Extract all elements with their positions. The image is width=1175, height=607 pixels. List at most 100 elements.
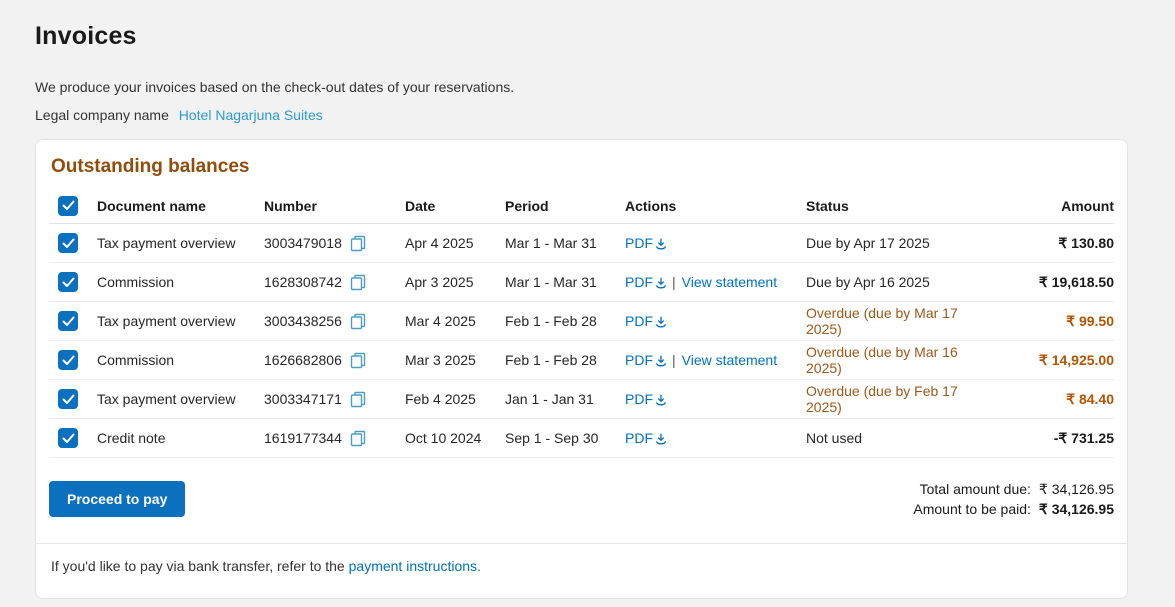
amount: ₹ 14,925.00 <box>984 352 1114 369</box>
status-text: Overdue (due by Mar 16 2025) <box>806 344 984 376</box>
invoice-number: 3003347171 <box>264 391 342 407</box>
legal-company-label: Legal company name <box>35 107 169 123</box>
pdf-download-link[interactable]: PDF <box>625 352 668 368</box>
card-heading: Outstanding balances <box>49 156 1114 178</box>
copy-icon[interactable] <box>350 391 367 408</box>
proceed-to-pay-button[interactable]: Proceed to pay <box>49 481 185 517</box>
check-icon <box>62 277 75 288</box>
row-checkbox[interactable] <box>58 311 78 331</box>
invoice-period: Sep 1 - Sep 30 <box>505 430 625 446</box>
check-icon <box>62 355 75 366</box>
invoice-number: 3003438256 <box>264 313 342 329</box>
status-text: Overdue (due by Feb 17 2025) <box>806 383 984 415</box>
row-checkbox[interactable] <box>58 428 78 448</box>
invoice-date: Apr 4 2025 <box>405 235 505 251</box>
payment-instructions-link[interactable]: payment instructions. <box>349 558 481 574</box>
pdf-download-link[interactable]: PDF <box>625 313 668 329</box>
invoice-period: Jan 1 - Jan 31 <box>505 391 625 407</box>
invoice-date: Feb 4 2025 <box>405 391 505 407</box>
table-header-row: Document name Number Date Period Actions… <box>49 188 1114 224</box>
col-number: Number <box>264 198 405 214</box>
table-row: Commission 1628308742 Apr 3 2025 Mar 1 -… <box>49 263 1114 302</box>
total-amount-due-label: Total amount due: <box>920 481 1031 497</box>
copy-icon[interactable] <box>350 430 367 447</box>
total-amount-due-value: ₹ 34,126.95 <box>1039 481 1114 497</box>
check-icon <box>62 238 75 249</box>
status-text: Not used <box>806 430 984 446</box>
table-row: Tax payment overview 3003347171 Feb 4 20… <box>49 380 1114 419</box>
document-name: Commission <box>97 352 264 368</box>
document-name: Credit note <box>97 430 264 446</box>
invoice-date: Oct 10 2024 <box>405 430 505 446</box>
actions-separator: | <box>672 274 676 290</box>
invoice-period: Mar 1 - Mar 31 <box>505 274 625 290</box>
pdf-download-link[interactable]: PDF <box>625 391 668 407</box>
amount: -₹ 731.25 <box>984 430 1114 447</box>
invoice-number: 1619177344 <box>264 430 342 446</box>
document-name: Tax payment overview <box>97 391 264 407</box>
bank-transfer-text: If you'd like to pay via bank transfer, … <box>51 558 345 574</box>
view-statement-link[interactable]: View statement <box>682 274 777 290</box>
row-checkbox[interactable] <box>58 350 78 370</box>
invoice-period: Mar 1 - Mar 31 <box>505 235 625 251</box>
pdf-download-link[interactable]: PDF <box>625 235 668 251</box>
status-text: Due by Apr 16 2025 <box>806 274 984 290</box>
col-document-name: Document name <box>97 198 264 214</box>
col-date: Date <box>405 198 505 214</box>
invoice-number: 3003479018 <box>264 235 342 251</box>
document-name: Tax payment overview <box>97 235 264 251</box>
amount: ₹ 19,618.50 <box>984 274 1114 291</box>
copy-icon[interactable] <box>350 352 367 369</box>
legal-company-line: Legal company name Hotel Nagarjuna Suite… <box>35 107 1140 123</box>
payment-action-row: Proceed to pay Total amount due: ₹ 34,126… <box>49 479 1114 519</box>
col-amount: Amount <box>984 198 1114 214</box>
pdf-download-link[interactable]: PDF <box>625 274 668 290</box>
amount-to-be-paid-value: ₹ 34,126.95 <box>1039 501 1114 517</box>
invoice-date: Mar 3 2025 <box>405 352 505 368</box>
download-icon <box>654 432 668 446</box>
row-checkbox[interactable] <box>58 389 78 409</box>
copy-icon[interactable] <box>350 313 367 330</box>
table-row: Commission 1626682806 Mar 3 2025 Feb 1 -… <box>49 341 1114 380</box>
invoices-table: Document name Number Date Period Actions… <box>49 188 1114 458</box>
col-actions: Actions <box>625 198 806 214</box>
view-statement-link[interactable]: View statement <box>682 352 777 368</box>
row-checkbox[interactable] <box>58 272 78 292</box>
select-all-checkbox[interactable] <box>58 196 78 216</box>
row-checkbox[interactable] <box>58 233 78 253</box>
check-icon <box>62 316 75 327</box>
download-icon <box>654 393 668 407</box>
download-icon <box>654 354 668 368</box>
pdf-download-link[interactable]: PDF <box>625 430 668 446</box>
table-row: Tax payment overview 3003438256 Mar 4 20… <box>49 302 1114 341</box>
check-icon <box>62 394 75 405</box>
actions-separator: | <box>672 352 676 368</box>
invoice-date: Apr 3 2025 <box>405 274 505 290</box>
download-icon <box>654 276 668 290</box>
total-amount-due-line: Total amount due: ₹ 34,126.95 <box>913 479 1114 499</box>
invoices-page: Invoices We produce your invoices based … <box>0 0 1175 607</box>
col-period: Period <box>505 198 625 214</box>
invoice-number: 1626682806 <box>264 352 342 368</box>
status-text: Overdue (due by Mar 17 2025) <box>806 305 984 337</box>
status-text: Due by Apr 17 2025 <box>806 235 984 251</box>
outstanding-balances-card: Outstanding balances Document name Numbe… <box>35 139 1128 599</box>
col-status: Status <box>806 198 984 214</box>
page-title: Invoices <box>35 22 1140 51</box>
amount: ₹ 99.50 <box>984 313 1114 330</box>
bank-transfer-note: If you'd like to pay via bank transfer, … <box>49 544 1114 590</box>
check-icon <box>62 200 75 211</box>
document-name: Commission <box>97 274 264 290</box>
invoice-period: Feb 1 - Feb 28 <box>505 352 625 368</box>
download-icon <box>654 237 668 251</box>
table-row: Tax payment overview 3003479018 Apr 4 20… <box>49 224 1114 263</box>
amount: ₹ 84.40 <box>984 391 1114 408</box>
copy-icon[interactable] <box>350 274 367 291</box>
select-all-cell <box>49 196 97 216</box>
amount-to-be-paid-line: Amount to be paid: ₹ 34,126.95 <box>913 499 1114 519</box>
legal-company-link[interactable]: Hotel Nagarjuna Suites <box>179 107 323 123</box>
copy-icon[interactable] <box>350 235 367 252</box>
intro-text: We produce your invoices based on the ch… <box>35 79 1140 95</box>
amount-to-be-paid-label: Amount to be paid: <box>913 501 1031 517</box>
table-row: Credit note 1619177344 Oct 10 2024 Sep 1… <box>49 419 1114 458</box>
